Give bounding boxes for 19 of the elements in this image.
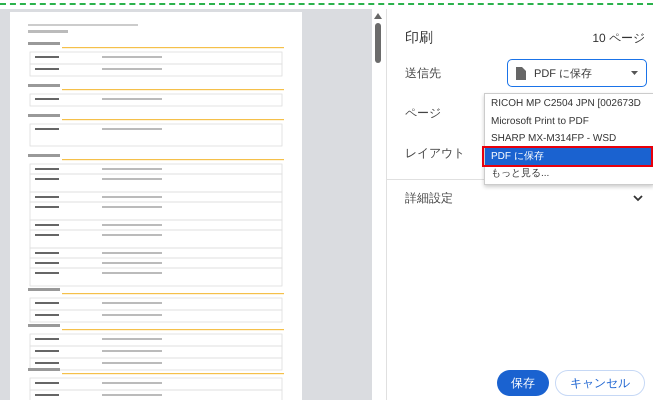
destination-select[interactable]: PDF に保存 [507, 59, 647, 87]
setting-label: レイアウト [405, 144, 465, 162]
menu-item[interactable]: もっと見る... [485, 165, 653, 182]
chevron-icon [633, 194, 643, 202]
save-button[interactable]: 保存 [497, 370, 549, 396]
document-icon [516, 66, 526, 80]
menu-item[interactable]: PDF に保存 [485, 148, 653, 165]
more-settings-toggle[interactable]: 詳細設定 [405, 180, 653, 216]
menu-item[interactable]: RICOH MP C2504 JPN [002673D [485, 95, 653, 112]
setting-label: ページ [405, 104, 441, 122]
setting-label: 送信先 [405, 64, 441, 82]
page-count: 10 ページ [592, 30, 645, 46]
caret-icon [631, 71, 638, 75]
menu-item[interactable]: SHARP MX-M314FP - WSD [485, 130, 653, 148]
dialog-title: 印刷 [405, 29, 433, 47]
cancel-button[interactable]: キャンセル [555, 370, 645, 396]
scrollbar[interactable] [375, 23, 381, 63]
scroll-up-icon[interactable] [374, 13, 382, 19]
menu-item[interactable]: Microsoft Print to PDF [485, 112, 653, 130]
